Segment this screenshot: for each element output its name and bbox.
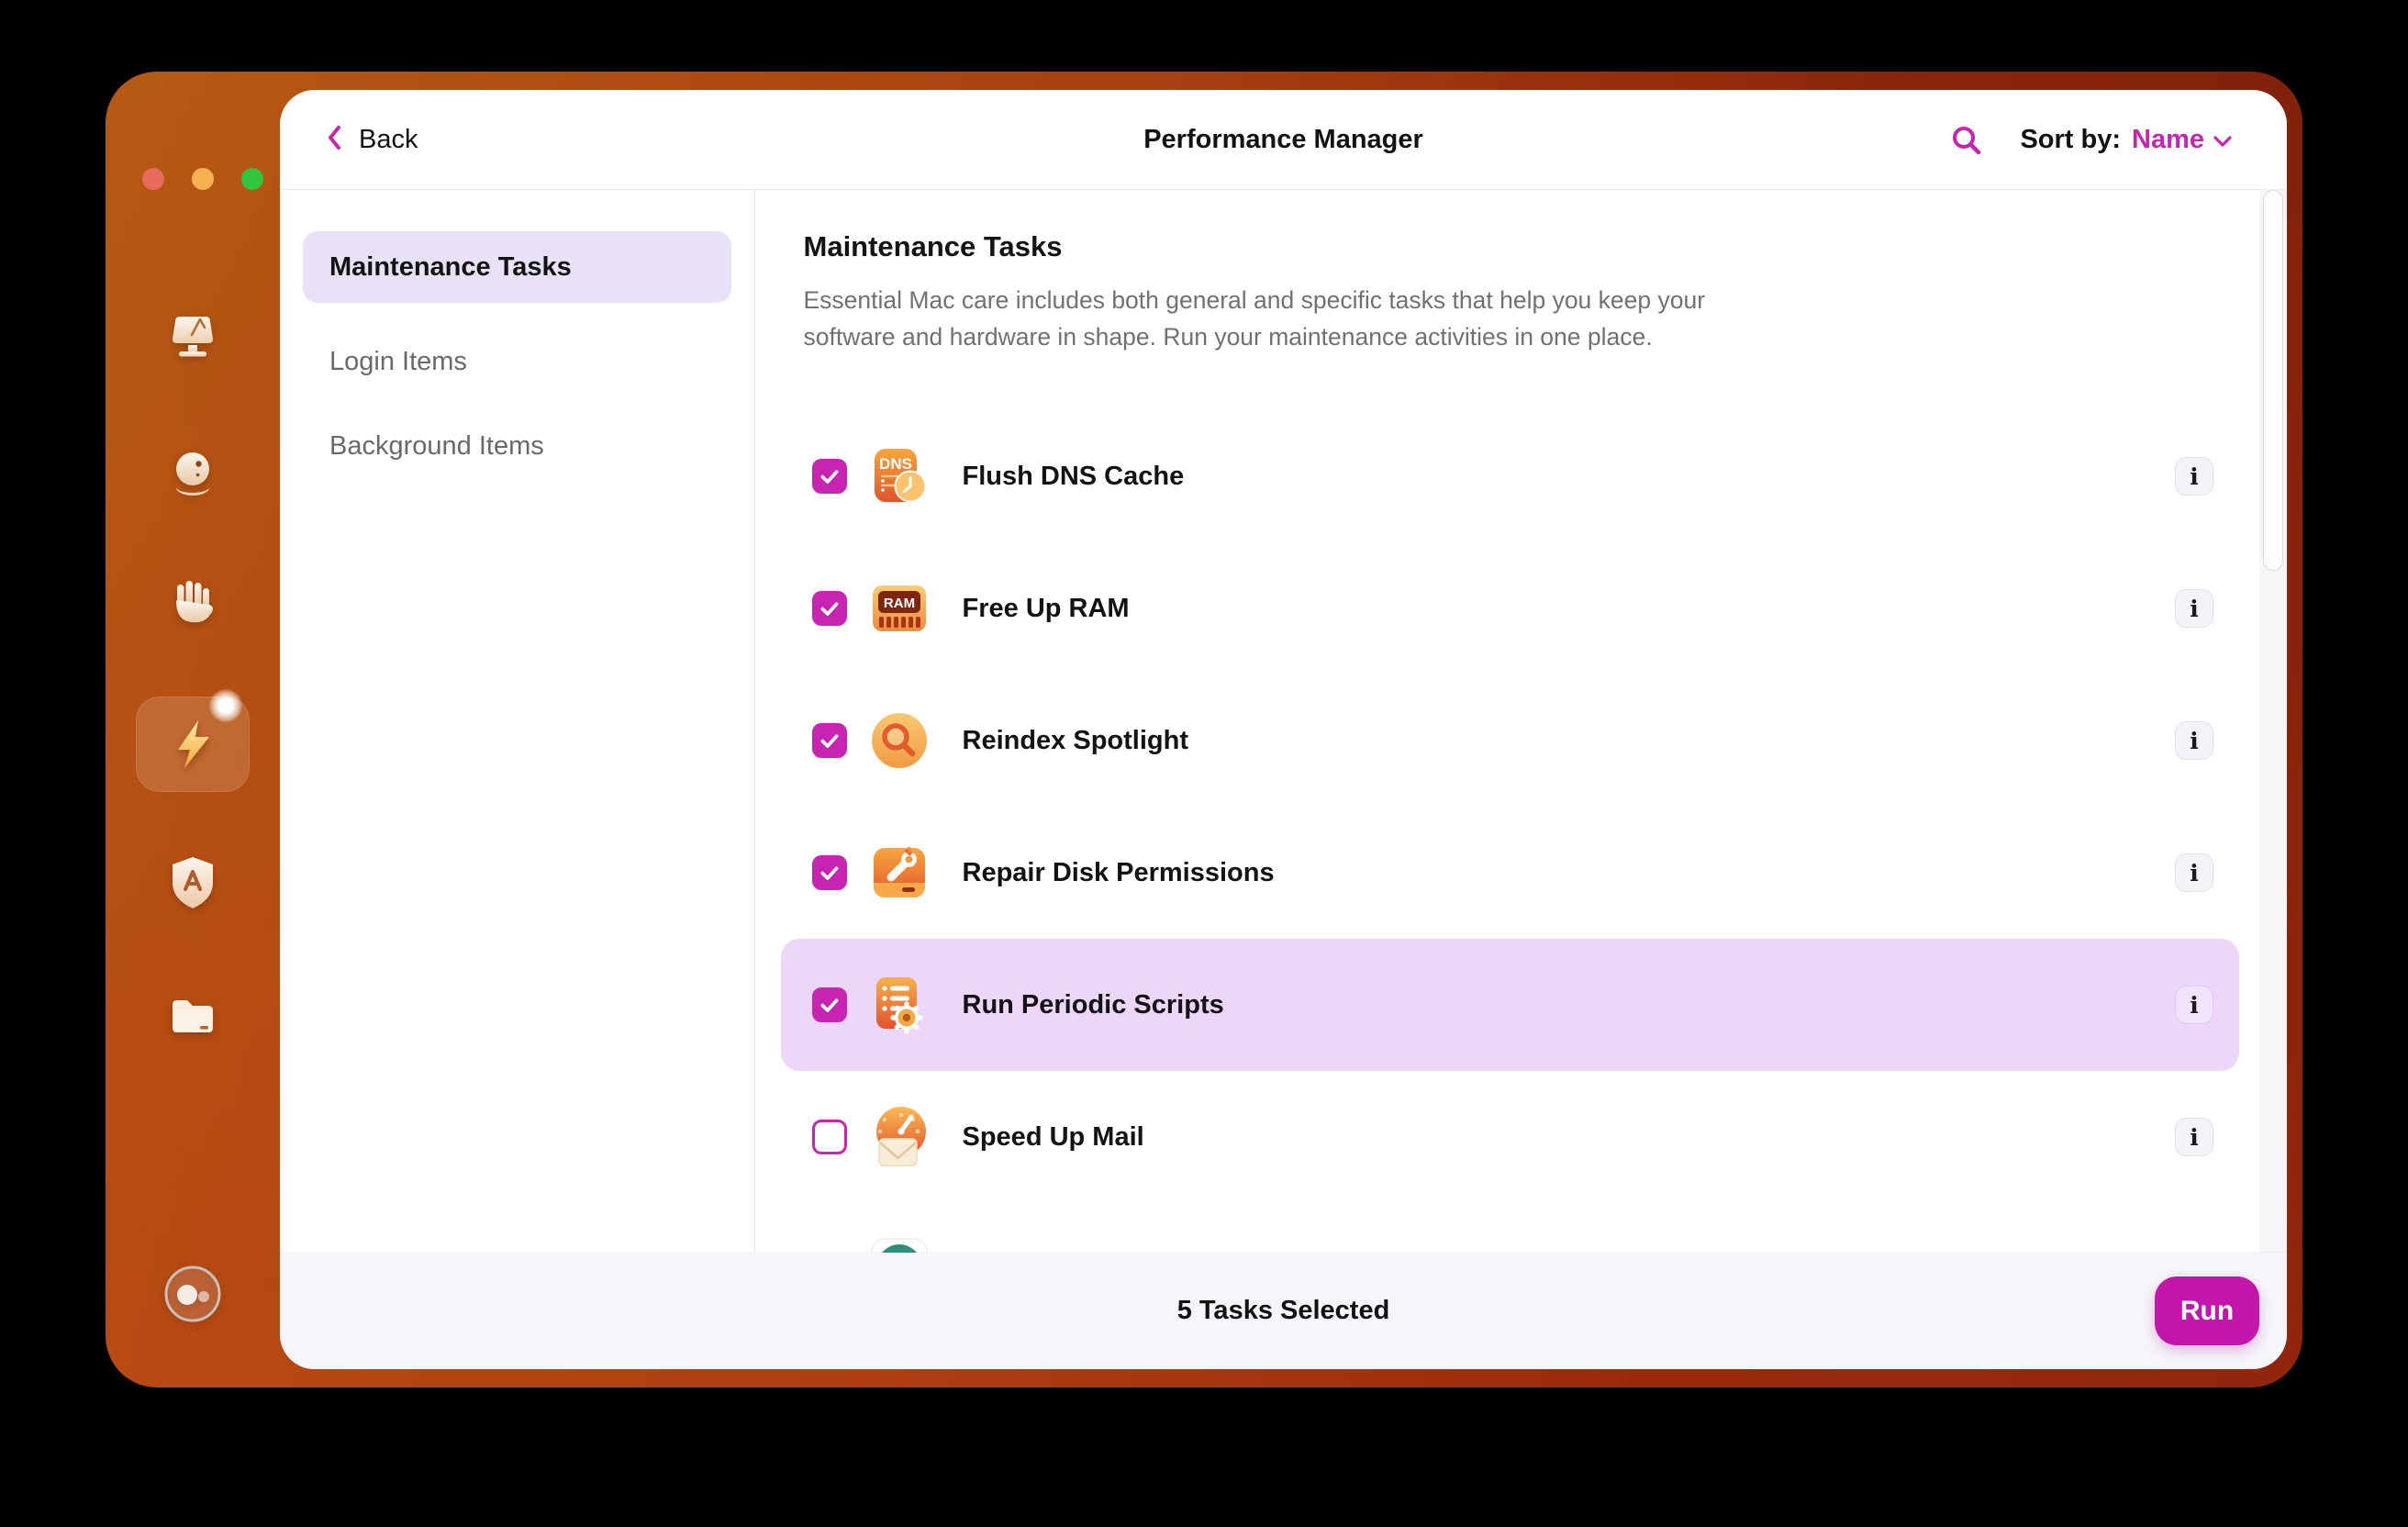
info-icon[interactable]: i bbox=[2175, 986, 2213, 1024]
protection-icon[interactable] bbox=[163, 576, 222, 635]
task-label: Repair Disk Permissions bbox=[963, 858, 2176, 888]
sort-control: Sort by: Name bbox=[2020, 90, 2232, 190]
files-icon[interactable] bbox=[163, 987, 222, 1046]
info-icon[interactable]: i bbox=[2175, 853, 2213, 892]
info-icon[interactable]: i bbox=[2175, 721, 2213, 760]
spotlight-icon bbox=[867, 708, 931, 773]
svg-text:DNS: DNS bbox=[879, 455, 912, 473]
task-label: Free Up RAM bbox=[963, 594, 2176, 624]
task-label: Flush DNS Cache bbox=[963, 462, 2176, 492]
chevron-down-icon bbox=[2213, 125, 2232, 155]
info-icon[interactable]: i bbox=[2175, 457, 2213, 496]
desktop-background: Back Performance Manager Sort by: Name bbox=[0, 0, 2408, 1527]
task-row[interactable]: Repair Disk Permissions i bbox=[781, 807, 2240, 939]
applications-icon[interactable] bbox=[163, 853, 222, 912]
tasks-selected-status: 5 Tasks Selected bbox=[280, 1253, 2287, 1369]
main-content: Maintenance Tasks Essential Mac care inc… bbox=[757, 190, 2288, 1369]
sort-by-label: Sort by: bbox=[2020, 125, 2121, 155]
task-checkbox[interactable] bbox=[812, 987, 847, 1022]
sidebar-item-login-items[interactable]: Login Items bbox=[303, 326, 731, 397]
section-heading: Maintenance Tasks bbox=[804, 230, 1063, 263]
task-checkbox[interactable] bbox=[812, 855, 847, 890]
task-label: Reindex Spotlight bbox=[963, 726, 2176, 756]
task-row[interactable]: DNS Flush DNS Cache i bbox=[781, 410, 2240, 542]
task-label: Speed Up Mail bbox=[963, 1122, 2176, 1153]
dns-cache-icon: DNS bbox=[867, 444, 931, 508]
content-panel: Back Performance Manager Sort by: Name bbox=[280, 90, 2287, 1369]
task-checkbox[interactable] bbox=[812, 1120, 847, 1154]
sort-value-dropdown[interactable]: Name bbox=[2132, 125, 2232, 155]
ram-icon: RAM bbox=[867, 576, 931, 641]
task-row[interactable]: Run Periodic Scripts i bbox=[781, 939, 2240, 1071]
footer-bar: 5 Tasks Selected Run bbox=[280, 1253, 2287, 1369]
task-checkbox[interactable] bbox=[812, 591, 847, 626]
svg-text:RAM: RAM bbox=[883, 596, 914, 611]
section-description: Essential Mac care includes both general… bbox=[804, 282, 1804, 355]
speed-up-mail-icon bbox=[867, 1105, 931, 1169]
task-checkbox[interactable] bbox=[812, 723, 847, 758]
page-title: Performance Manager bbox=[280, 90, 2287, 190]
run-button[interactable]: Run bbox=[2155, 1276, 2259, 1345]
smart-care-icon[interactable] bbox=[163, 308, 222, 367]
task-row[interactable]: Speed Up Mail i bbox=[781, 1071, 2240, 1203]
account-icon[interactable] bbox=[163, 1265, 222, 1323]
info-icon[interactable]: i bbox=[2175, 589, 2213, 628]
section-nav: Maintenance Tasks Login Items Background I… bbox=[280, 190, 755, 1369]
notification-badge bbox=[209, 689, 242, 722]
sidebar-item-background-items[interactable]: Background Items bbox=[303, 410, 731, 482]
info-icon[interactable]: i bbox=[2175, 1118, 2213, 1156]
task-list: DNS Flush DNS Cache i RAM Free Up RAM i … bbox=[781, 410, 2240, 1335]
app-window: Back Performance Manager Sort by: Name bbox=[106, 72, 2302, 1388]
task-row[interactable]: Reindex Spotlight i bbox=[781, 674, 2240, 807]
sidebar-item-active-background bbox=[136, 697, 250, 792]
task-label: Run Periodic Scripts bbox=[963, 990, 2176, 1020]
assistant-icon[interactable] bbox=[163, 444, 222, 503]
performance-icon[interactable] bbox=[163, 715, 222, 774]
scrollbar-thumb[interactable] bbox=[2263, 190, 2283, 571]
toolbar: Back Performance Manager Sort by: Name bbox=[280, 90, 2287, 190]
sidebar-rail bbox=[106, 72, 280, 1388]
disk-permissions-icon bbox=[867, 841, 931, 905]
periodic-scripts-icon bbox=[867, 973, 931, 1037]
sort-value-text: Name bbox=[2132, 125, 2204, 155]
task-row[interactable]: RAM Free Up RAM i bbox=[781, 542, 2240, 674]
sidebar-item-maintenance-tasks[interactable]: Maintenance Tasks bbox=[303, 231, 731, 303]
search-icon[interactable] bbox=[1949, 123, 1984, 158]
task-checkbox[interactable] bbox=[812, 459, 847, 494]
scrollbar-track bbox=[2259, 190, 2287, 1253]
